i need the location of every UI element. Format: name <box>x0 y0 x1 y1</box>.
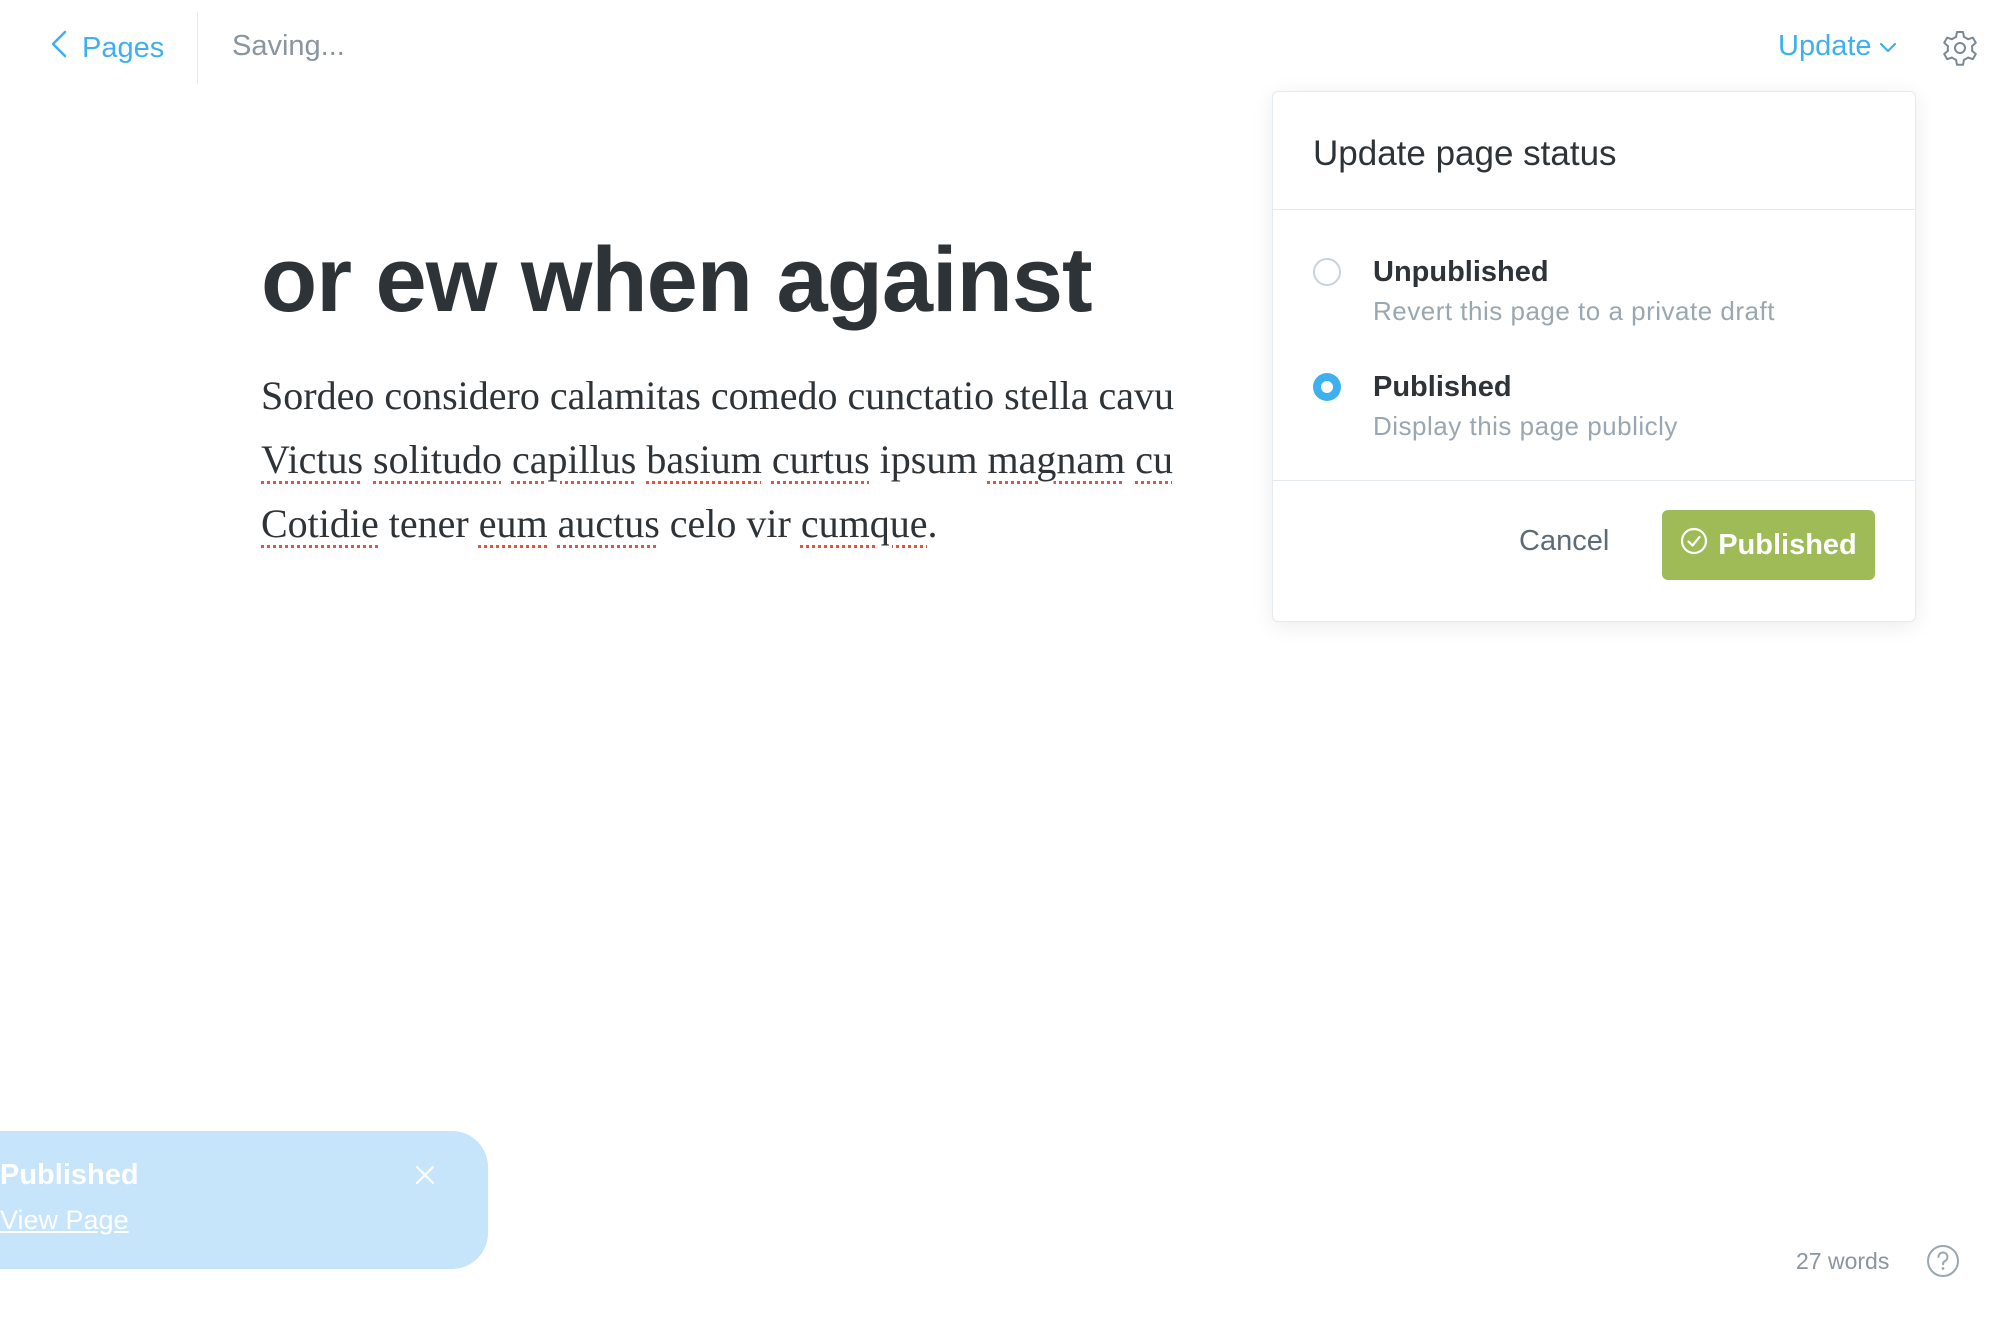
gear-icon[interactable] <box>1940 28 1980 68</box>
save-status: Saving... <box>232 30 345 62</box>
body-line: Cotidie tener eum auctus celo vir cumque… <box>261 492 1271 556</box>
option-description: Display this page publicly <box>1373 411 1678 441</box>
option-unpublished[interactable]: Unpublished Revert this page to a privat… <box>1313 248 1873 328</box>
word-count: 27 words <box>1796 1248 1890 1274</box>
top-bar: Pages Saving... Update <box>0 0 2000 96</box>
body-text: Sordeo considero calamitas comedo cuncta… <box>261 373 1175 418</box>
popover-divider <box>1273 480 1915 481</box>
published-button[interactable]: Published <box>1662 510 1875 580</box>
misspelled-word: cu <box>1135 437 1173 482</box>
option-label: Unpublished <box>1373 256 1549 288</box>
misspelled-word: basium <box>646 437 762 482</box>
body-text: celo vir <box>669 501 791 546</box>
question-circle-icon[interactable] <box>1926 1244 1960 1278</box>
option-description: Revert this page to a private draft <box>1373 296 1775 326</box>
body-line: Sordeo considero calamitas comedo cuncta… <box>261 364 1271 428</box>
misspelled-word: auctus <box>557 501 660 546</box>
body-text: ipsum <box>879 437 978 482</box>
page-body[interactable]: Sordeo considero calamitas comedo cuncta… <box>261 364 1271 556</box>
update-label: Update <box>1778 30 1872 62</box>
published-toast: Published View Page <box>0 1131 488 1269</box>
editor-title-area: or ew when against <box>261 220 1093 340</box>
page-title[interactable]: or ew when against <box>261 220 1093 340</box>
body-text: . <box>927 501 938 546</box>
misspelled-word: Cotidie <box>261 501 379 546</box>
body-line: Victus solitudo capillus basium curtus i… <box>261 428 1271 492</box>
toast-title: Published <box>0 1159 139 1191</box>
radio-published[interactable] <box>1313 373 1341 401</box>
misspelled-word: capillus <box>511 437 637 482</box>
chevron-down-icon <box>1878 30 1898 63</box>
misspelled-word: cumque <box>800 501 928 546</box>
option-published[interactable]: Published Display this page publicly <box>1313 363 1873 443</box>
header-divider <box>197 12 198 84</box>
popover-divider <box>1273 209 1915 210</box>
misspelled-word: magnam <box>987 437 1126 482</box>
back-to-pages-link[interactable]: Pages <box>50 28 164 68</box>
back-link-label: Pages <box>82 31 165 64</box>
update-dropdown-button[interactable]: Update <box>1778 30 1898 63</box>
close-icon[interactable] <box>414 1164 436 1186</box>
misspelled-word: Victus <box>261 437 364 482</box>
radio-unpublished[interactable] <box>1313 258 1341 286</box>
published-button-label: Published <box>1718 528 1857 561</box>
misspelled-word: solitudo <box>373 437 502 482</box>
misspelled-word: curtus <box>771 437 870 482</box>
popover-title: Update page status <box>1313 134 1617 173</box>
chevron-left-icon <box>50 29 68 67</box>
view-page-link[interactable]: View Page <box>0 1205 129 1236</box>
cancel-button[interactable]: Cancel <box>1519 525 1609 558</box>
option-label: Published <box>1373 371 1512 403</box>
body-text: tener <box>388 501 469 546</box>
check-circle-icon <box>1680 527 1708 563</box>
misspelled-word: eum <box>478 501 548 546</box>
update-status-popover: Update page status Unpublished Revert th… <box>1272 91 1916 622</box>
